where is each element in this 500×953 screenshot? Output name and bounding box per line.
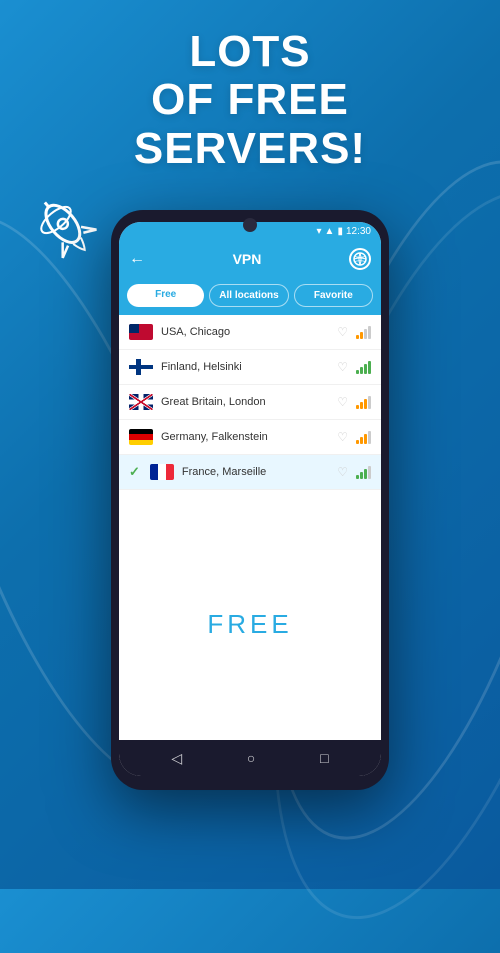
server-item-finland[interactable]: Finland, Helsinki ♡ [119, 350, 381, 385]
bar1 [356, 475, 359, 479]
bar2 [360, 367, 363, 374]
bar3 [364, 399, 367, 409]
wifi-icon: ▾ [317, 226, 322, 237]
bar1 [356, 335, 359, 339]
back-button[interactable]: ← [129, 250, 145, 268]
app-title: VPN [233, 251, 262, 267]
app-bar: ← VPN [119, 240, 381, 278]
tab-favorite[interactable]: Favorite [294, 284, 373, 307]
bar2 [360, 472, 363, 479]
bar3 [364, 329, 367, 339]
server-name-finland: Finland, Helsinki [161, 361, 329, 373]
flag-finland [129, 359, 153, 375]
bar4 [368, 431, 371, 444]
tab-all-locations[interactable]: All locations [209, 284, 288, 307]
bar1 [356, 405, 359, 409]
flag-france [150, 464, 174, 480]
tab-bar: Free All locations Favorite [119, 278, 381, 315]
flag-usa [129, 324, 153, 340]
free-section: FREE [119, 510, 381, 741]
server-name-gb: Great Britain, London [161, 396, 329, 408]
server-item-germany[interactable]: Germany, Falkenstein ♡ [119, 420, 381, 455]
bar3 [364, 364, 367, 374]
signal-france [356, 465, 371, 479]
favorite-icon-usa[interactable]: ♡ [337, 325, 348, 339]
bar1 [356, 370, 359, 374]
bar4 [368, 396, 371, 409]
headline: Lots of free servers! [0, 28, 500, 173]
server-list: USA, Chicago ♡ Finland, Helsinki ♡ [119, 315, 381, 510]
nav-bar: ◁ ○ □ [119, 740, 381, 776]
header-section: Lots of free servers! [0, 28, 500, 173]
bar2 [360, 332, 363, 339]
selected-checkmark: ✓ [129, 464, 140, 480]
bar4 [368, 466, 371, 479]
nav-recent-button[interactable]: □ [320, 750, 328, 766]
time-display: 12:30 [346, 226, 371, 237]
server-name-france: France, Marseille [182, 466, 329, 478]
signal-gb [356, 395, 371, 409]
favorite-icon-germany[interactable]: ♡ [337, 430, 348, 444]
server-name-usa: USA, Chicago [161, 326, 329, 338]
signal-icon: ▲ [325, 226, 335, 237]
phone-screen: ▾ ▲ ▮ 12:30 ← VPN Fre [119, 222, 381, 776]
server-item-gb[interactable]: Great Britain, London ♡ [119, 385, 381, 420]
bar1 [356, 440, 359, 444]
camera-notch [243, 218, 257, 232]
favorite-icon-finland[interactable]: ♡ [337, 360, 348, 374]
signal-usa [356, 325, 371, 339]
bar4 [368, 361, 371, 374]
bar3 [364, 469, 367, 479]
bar3 [364, 434, 367, 444]
nav-back-button[interactable]: ◁ [171, 750, 182, 767]
status-icons: ▾ ▲ ▮ 12:30 [317, 226, 371, 237]
flag-gb [129, 394, 153, 410]
flag-germany [129, 429, 153, 445]
signal-germany [356, 430, 371, 444]
favorite-icon-gb[interactable]: ♡ [337, 395, 348, 409]
bar4 [368, 326, 371, 339]
bar2 [360, 402, 363, 409]
server-item-usa[interactable]: USA, Chicago ♡ [119, 315, 381, 350]
free-label: FREE [207, 609, 292, 640]
favorite-icon-france[interactable]: ♡ [337, 465, 348, 479]
globe-icon[interactable] [349, 248, 371, 270]
battery-icon: ▮ [337, 226, 343, 237]
nav-home-button[interactable]: ○ [247, 750, 255, 766]
tab-free[interactable]: Free [127, 284, 204, 307]
server-item-france[interactable]: ✓ France, Marseille ♡ [119, 455, 381, 490]
rocket-icon [28, 190, 108, 270]
signal-finland [356, 360, 371, 374]
server-name-germany: Germany, Falkenstein [161, 431, 329, 443]
phone-frame: ▾ ▲ ▮ 12:30 ← VPN Fre [111, 210, 389, 790]
bar2 [360, 437, 363, 444]
